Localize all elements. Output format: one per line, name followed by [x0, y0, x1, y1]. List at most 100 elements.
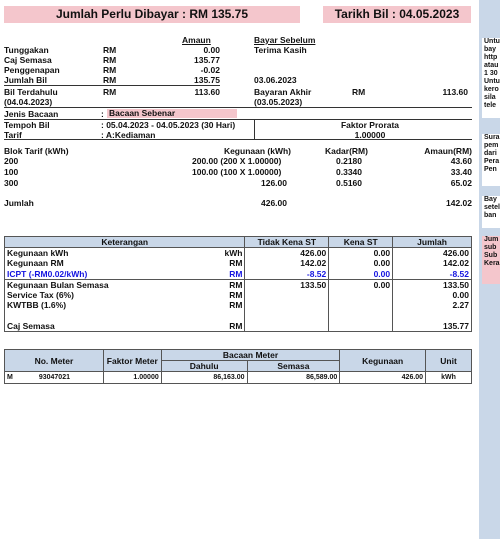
charge-unit: kWh [224, 248, 243, 258]
pay-before-column-header: Bayar Sebelum [254, 35, 316, 45]
icpt-label: ICPT (-RM0.02/kWh) [7, 268, 88, 279]
side-info-subsidy: Jum sub Sub Kera [482, 236, 500, 284]
reading-type-colon: : [101, 109, 104, 119]
block-usage: 100.00 (100 X 1.00000) [192, 167, 282, 177]
table-row: Kegunaan RM RM 142.02 0.00 142.02 [3, 258, 472, 269]
table-row [3, 310, 472, 321]
side-info-notice: Sura pem dari Pera Pen [482, 134, 500, 186]
meter-header-number: No. Meter [4, 349, 104, 372]
meter-header-unit: Unit [425, 349, 472, 372]
meter-table: No. Meter Faktor Meter Bacaan Meter Kegu… [4, 349, 472, 384]
side-info-pay: Bay setel ban [482, 196, 500, 228]
charge-label: Kegunaan kWh [7, 248, 69, 258]
last-payment-label: Bayaran Akhir [254, 87, 312, 97]
charge-nontax: -8.52 [244, 268, 330, 279]
charge-total: 2.27 [392, 300, 472, 311]
section-divider [4, 107, 472, 108]
total-due-banner: Jumlah Perlu Dibayar : RM 135.75 [4, 6, 300, 23]
table-row: Caj Semasa RM 135.77 [3, 320, 472, 332]
charge-label: Kegunaan RM [7, 258, 64, 269]
table-row: KWTBB (1.6%) RM 2.27 [3, 300, 472, 311]
meter-usage: 426.00 [339, 371, 427, 384]
summary-unit: RM [103, 55, 117, 65]
block-total-usage: 426.00 [261, 198, 287, 208]
charge-label: KWTBB (1.6%) [7, 300, 67, 311]
thanks-text: Terima Kasih [254, 45, 307, 55]
summary-unit: RM [103, 45, 117, 55]
period-label: Tempoh Bil [4, 120, 50, 130]
charge-unit: RM [229, 300, 243, 311]
summary-unit: RM [103, 65, 117, 75]
prev-bill-unit: RM [103, 87, 117, 97]
summary-amount-rounding: -0.02 [200, 65, 220, 75]
charge-nontax [244, 289, 330, 300]
block-rate: 0.3340 [336, 167, 362, 177]
meter-prev: 86,163.00 [160, 371, 248, 384]
reading-type-value: Bacaan Sebenar [107, 109, 237, 118]
charge-tax: 0.00 [328, 268, 394, 279]
charge-tax: 0.00 [328, 247, 394, 258]
table-row: ICPT (-RM0.02/kWh) RM -8.52 0.00 -8.52 [3, 268, 472, 279]
block-usage: 126.00 [261, 178, 287, 188]
summary-unit: RM [103, 75, 117, 85]
block-total-amount: 142.02 [446, 198, 472, 208]
charge-total: 426.00 [392, 247, 472, 258]
summary-label-arrears: Tunggakan [4, 45, 49, 55]
block-tier: 200 [4, 156, 19, 166]
block-amount: 43.60 [450, 156, 472, 166]
charges-table: Keterangan Tidak Kena ST Kena ST Jumlah … [3, 236, 472, 332]
charge-label: Caj Semasa [7, 320, 55, 331]
meter-curr: 86,589.00 [246, 371, 341, 384]
meter-header-reading: Bacaan Meter [160, 349, 341, 361]
charge-nontax: 142.02 [244, 258, 330, 269]
side-info-payment: Untu bay http atau 1 30 Untu kero sila t… [482, 38, 500, 118]
charge-unit: RM [229, 289, 243, 300]
charge-total: -8.52 [392, 268, 472, 279]
amount-header: Amaun(RM) [424, 146, 472, 156]
prev-bill-label: Bil Terdahulu [4, 87, 58, 97]
meter-header-curr: Semasa [246, 360, 341, 372]
charge-tax: 0.00 [328, 278, 394, 290]
meter-header-prev: Dahulu [160, 360, 248, 372]
prorate-label: Faktor Prorata [340, 120, 400, 130]
prev-bill-date: (04.04.2023) [4, 97, 53, 107]
charge-total: 0.00 [392, 289, 472, 300]
bill-date-banner: Tarikh Bil : 04.05.2023 [323, 6, 471, 23]
charge-tax [328, 289, 394, 300]
charge-total: 142.02 [392, 258, 472, 269]
meter-factor: 1.00000 [102, 371, 162, 384]
summary-amount-current: 135.77 [194, 55, 220, 65]
charge-tax: 0.00 [328, 258, 394, 269]
block-header: Blok Tarif (kWh) [4, 146, 69, 156]
charge-unit: RM [229, 320, 243, 331]
charge-total: 135.77 [392, 320, 472, 332]
block-tier: 300 [4, 178, 19, 188]
charge-tax [328, 320, 394, 332]
summary-label-current: Caj Semasa [4, 55, 52, 65]
charges-header-total: Jumlah [392, 236, 472, 248]
charge-nontax [244, 320, 330, 332]
table-row: Kegunaan kWh kWh 426.00 0.00 426.00 [3, 247, 472, 258]
block-amount: 65.02 [450, 178, 472, 188]
block-usage: 200.00 (200 X 1.00000) [192, 156, 282, 166]
charge-total: 133.50 [392, 278, 472, 290]
table-row: Kegunaan Bulan Semasa RM 133.50 0.00 133.… [3, 278, 472, 290]
charge-unit: RM [229, 279, 243, 290]
prorate-divider [254, 119, 255, 139]
charge-unit: RM [229, 268, 243, 279]
summary-label-rounding: Penggenapan [4, 65, 60, 75]
charge-nontax: 133.50 [244, 278, 330, 290]
block-rate: 0.5160 [336, 178, 362, 188]
summary-divider [4, 85, 220, 86]
meter-number: 93047021 [38, 374, 70, 381]
rate-header: Kadar(RM) [325, 146, 368, 156]
charge-unit: RM [229, 258, 243, 269]
meter-type: M [7, 374, 13, 381]
meter-unit: kWh [425, 371, 472, 384]
tariff-divider [4, 139, 472, 140]
summary-label-total: Jumlah Bil [4, 75, 47, 85]
summary-amount-total: 135.75 [194, 75, 220, 85]
charge-label: Kegunaan Bulan Semasa [7, 279, 109, 290]
last-payment-amount: 113.60 [442, 87, 468, 97]
charge-nontax: 426.00 [244, 247, 330, 258]
